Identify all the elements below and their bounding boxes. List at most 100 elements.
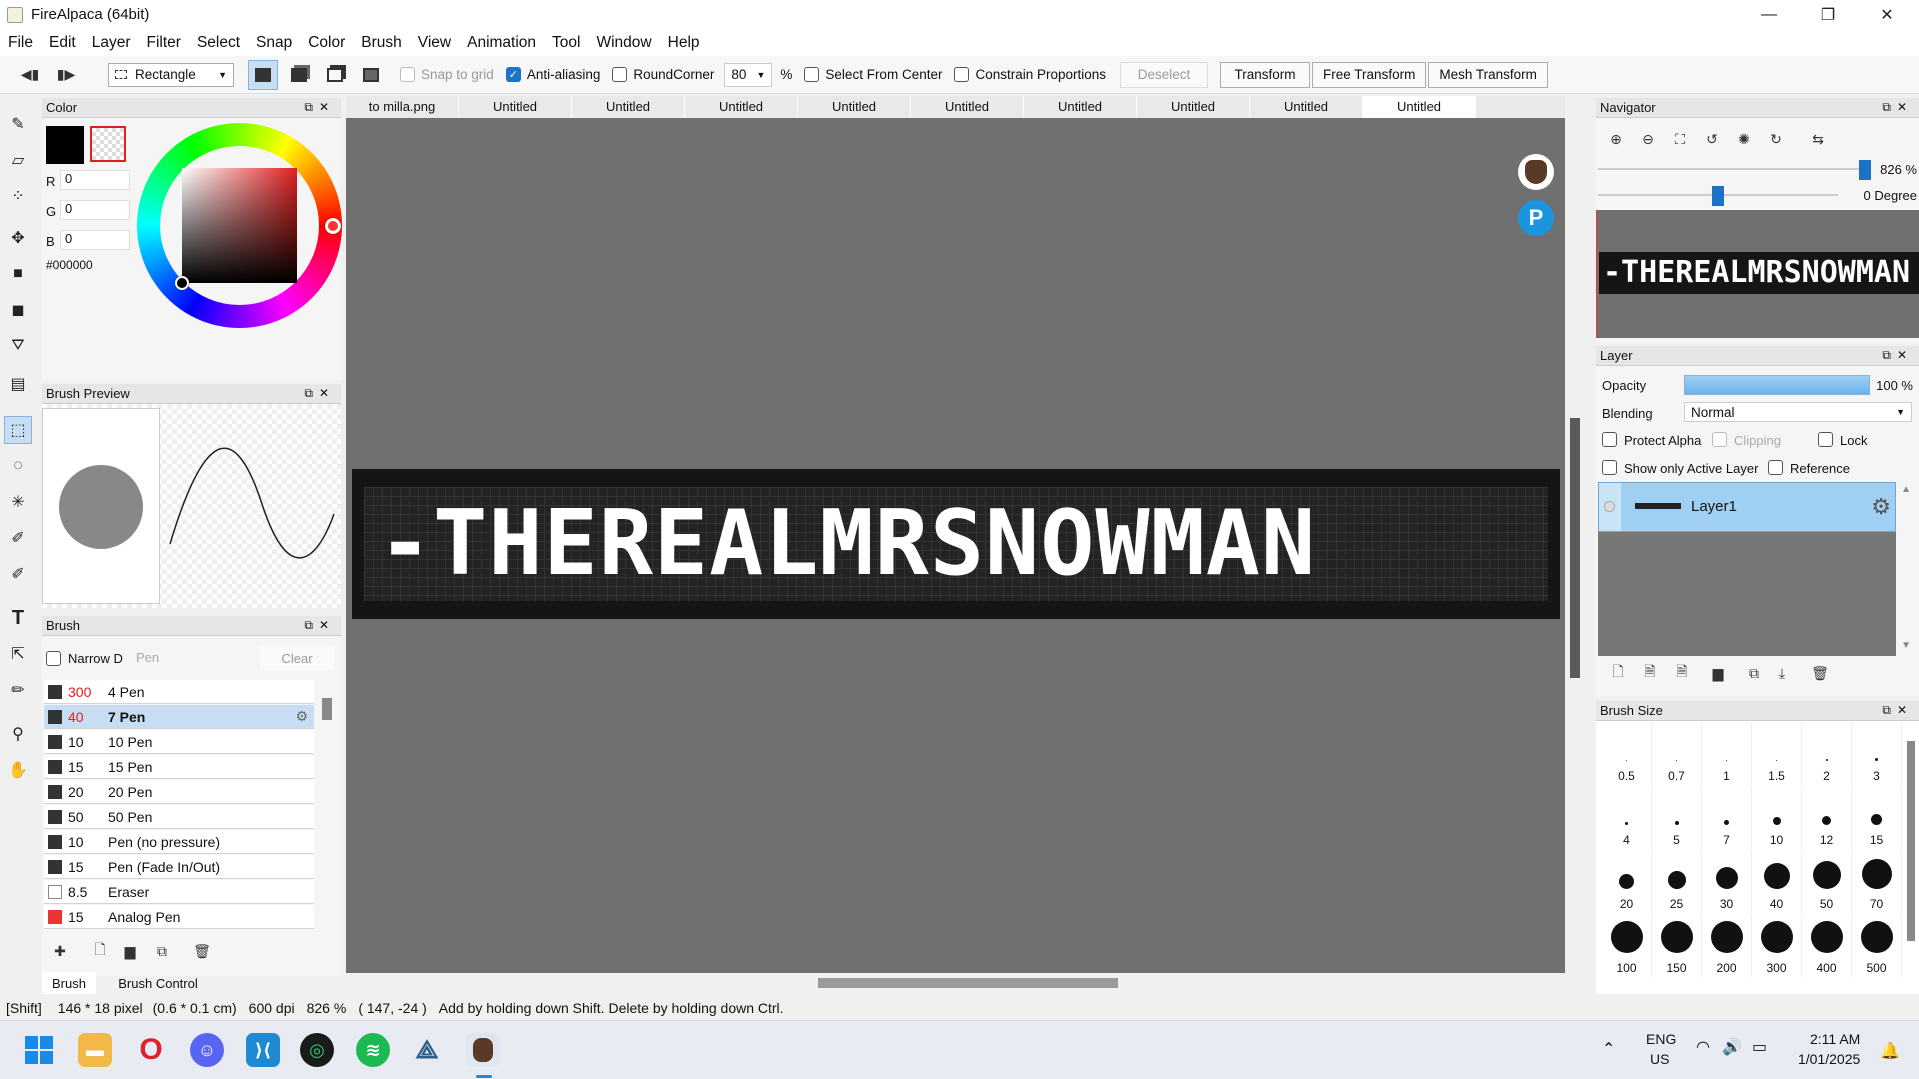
menu-file[interactable]: File — [0, 34, 41, 52]
constrain-proportions-option[interactable]: Constrain Proportions — [954, 67, 1106, 82]
g-input[interactable]: 0 — [60, 200, 130, 220]
document-tab[interactable]: Untitled — [1137, 96, 1250, 118]
select-from-center-option[interactable]: Select From Center — [804, 67, 942, 82]
tab-brush[interactable]: Brush — [42, 972, 96, 994]
brush-size-option[interactable]: 0.7 — [1652, 723, 1702, 785]
flip-horizontal-icon[interactable]: ⇆ — [1806, 128, 1830, 150]
brush-size-option[interactable]: 150 — [1652, 915, 1702, 977]
gradient-tool-icon[interactable]: ▤ — [4, 370, 32, 398]
menu-select[interactable]: Select — [189, 34, 248, 52]
region-label[interactable]: US — [1650, 1051, 1669, 1067]
brush-list-item[interactable]: 15 15 Pen — [44, 755, 314, 779]
zoom-slider-thumb[interactable] — [1859, 160, 1872, 180]
tool-app-icon[interactable]: ⟁ — [410, 1033, 444, 1067]
brush-size-option[interactable]: 5 — [1652, 787, 1702, 849]
brush-size-option[interactable]: 1 — [1702, 723, 1752, 785]
merge-down-icon[interactable]: ⤓ — [1770, 662, 1794, 684]
spotify-icon[interactable]: ≋ — [356, 1033, 390, 1067]
new-1bit-layer-icon[interactable]: 🗎 — [1670, 662, 1694, 684]
layer-row[interactable]: Layer1 ⚙ — [1598, 482, 1896, 532]
brush-size-option[interactable]: 100 — [1602, 915, 1652, 977]
volume-icon[interactable]: 🔊 — [1722, 1037, 1742, 1057]
brush-list-item[interactable]: 40 7 Pen ⚙ — [44, 705, 314, 729]
language-label[interactable]: ENG — [1646, 1031, 1676, 1047]
brush-list-item[interactable]: 20 20 Pen — [44, 780, 314, 804]
opera-icon[interactable]: O — [134, 1033, 168, 1067]
windows-start-icon[interactable] — [22, 1033, 56, 1067]
brush-size-option[interactable]: 15 — [1852, 787, 1902, 849]
alpaca-mascot-icon[interactable] — [1518, 154, 1554, 190]
b-input[interactable]: 0 — [60, 230, 130, 250]
menu-view[interactable]: View — [410, 34, 459, 52]
canvas-document[interactable]: -THEREALMRSNOWMAN — [352, 469, 1560, 619]
brush-list-item[interactable]: 15 Pen (Fade In/Out) — [44, 855, 314, 879]
wifi-icon[interactable]: ◠ — [1696, 1037, 1710, 1057]
selection-shape-select[interactable]: Rectangle ▼ — [108, 62, 234, 87]
snap-to-grid-option[interactable]: Snap to grid — [400, 67, 494, 82]
menu-layer[interactable]: Layer — [84, 34, 139, 52]
brush-list-item[interactable]: 10 Pen (no pressure) — [44, 830, 314, 854]
chevron-up-icon[interactable]: ⌃ — [1602, 1039, 1615, 1059]
menu-tool[interactable]: Tool — [544, 34, 588, 52]
next-frame-icon[interactable]: ▮▶ — [52, 66, 80, 83]
shape-tool-icon[interactable]: ■ — [4, 260, 32, 288]
deselect-button[interactable]: Deselect — [1120, 61, 1209, 88]
free-transform-button[interactable]: Free Transform — [1312, 61, 1427, 88]
notification-bell-icon[interactable]: 🔔 — [1880, 1041, 1900, 1061]
brush-size-option[interactable]: 2 — [1802, 723, 1852, 785]
hand-tool-icon[interactable]: ✋ — [4, 756, 32, 784]
hue-handle[interactable] — [325, 218, 341, 234]
vscode-icon[interactable]: ⟩⟨ — [246, 1033, 280, 1067]
panel-float-close-icons[interactable]: ⧉✕ — [304, 100, 335, 115]
scroll-up-icon[interactable]: ▲ — [1901, 484, 1911, 495]
reference-checkbox[interactable] — [1768, 460, 1783, 475]
navigator-preview[interactable]: -THEREALMRSNOWMAN — [1596, 210, 1919, 338]
lock-checkbox[interactable] — [1818, 432, 1833, 447]
pixiv-icon[interactable]: P — [1518, 200, 1554, 236]
panel-float-close-icons[interactable]: ⧉✕ — [1882, 348, 1913, 363]
document-tab[interactable]: Untitled — [459, 96, 572, 118]
magic-wand-tool-icon[interactable]: ✳ — [4, 488, 32, 516]
horizontal-scrollbar[interactable] — [818, 978, 1118, 988]
panel-float-close-icons[interactable]: ⧉✕ — [1882, 100, 1913, 115]
hue-ring[interactable] — [137, 123, 342, 328]
delete-brush-icon[interactable]: 🗑 — [190, 940, 214, 962]
rotate-right-icon[interactable]: ↻ — [1764, 128, 1788, 150]
brush-list-scrollbar[interactable] — [322, 698, 332, 720]
brush-size-option[interactable]: 10 — [1752, 787, 1802, 849]
new-brush-icon[interactable]: 🗋 — [88, 940, 112, 962]
zoom-slider[interactable] — [1598, 168, 1868, 170]
minimize-button[interactable]: — — [1740, 0, 1798, 29]
select-tool-icon[interactable]: ⬚ — [4, 416, 32, 444]
menu-color[interactable]: Color — [300, 34, 353, 52]
rotate-left-icon[interactable]: ↺ — [1700, 128, 1724, 150]
clipping-checkbox[interactable] — [1712, 432, 1727, 447]
delete-layer-icon[interactable]: 🗑 — [1808, 662, 1832, 684]
anti-aliasing-checkbox[interactable]: ✓ — [505, 67, 521, 82]
r-input[interactable]: 0 — [60, 170, 130, 190]
round-corner-value-select[interactable]: 80 ▼ — [724, 62, 773, 87]
subtract-selection-mode-button[interactable] — [320, 60, 350, 90]
reset-rotation-icon[interactable]: ✺ — [1732, 128, 1756, 150]
menu-snap[interactable]: Snap — [248, 34, 300, 52]
brush-size-option[interactable]: 1.5 — [1752, 723, 1802, 785]
scroll-down-icon[interactable]: ▼ — [1901, 640, 1911, 651]
layer-settings-gear-icon[interactable]: ⚙ — [1871, 494, 1891, 520]
menu-edit[interactable]: Edit — [41, 34, 84, 52]
round-corner-checkbox[interactable] — [612, 67, 628, 82]
snap-to-grid-checkbox[interactable] — [400, 67, 415, 82]
constrain-proportions-checkbox[interactable] — [954, 67, 970, 82]
show-only-active-layer-checkbox[interactable] — [1602, 460, 1617, 475]
brush-size-option[interactable]: 25 — [1652, 851, 1702, 913]
color-picker-handle[interactable] — [175, 276, 189, 290]
document-tab[interactable]: Untitled — [798, 96, 911, 118]
close-button[interactable]: ✕ — [1858, 0, 1916, 29]
brush-size-option[interactable]: 0.5 — [1602, 723, 1652, 785]
brush-size-option[interactable]: 40 — [1752, 851, 1802, 913]
brush-filter-input[interactable]: Pen — [132, 646, 252, 670]
new-8bit-layer-icon[interactable]: 🗎 — [1638, 662, 1662, 684]
fill-shape-tool-icon[interactable]: ◼ — [4, 296, 32, 324]
duplicate-layer-icon[interactable]: ⧉ — [1742, 662, 1766, 684]
file-explorer-icon[interactable]: ▬ — [78, 1033, 112, 1067]
brush-list-item[interactable]: 10 10 Pen — [44, 730, 314, 754]
